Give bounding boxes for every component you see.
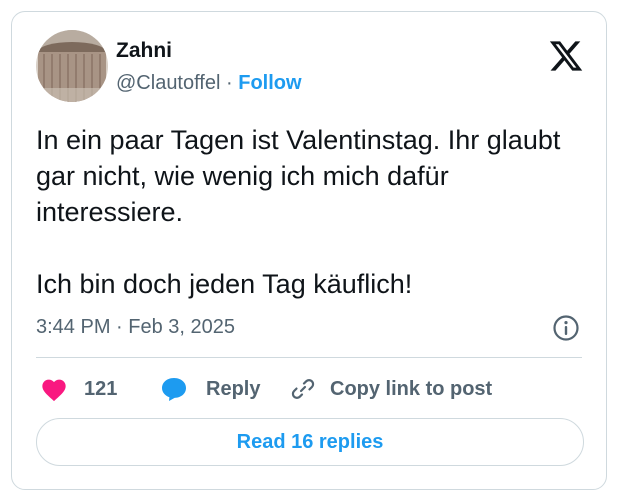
reply-label: Reply [206, 377, 261, 400]
author-name[interactable]: Zahni [116, 38, 172, 64]
like-button[interactable]: 121 [40, 374, 117, 404]
tweet-timestamp[interactable]: 3:44 PM · Feb 3, 2025 [36, 314, 235, 340]
divider [36, 357, 582, 358]
like-count: 121 [84, 377, 118, 400]
tweet-text: In ein paar Tagen ist Valentinstag. Ihr … [36, 125, 561, 299]
separator-dot: · [226, 72, 233, 94]
tweet-card: Zahni @Clautoffel · Follow In ein paar T… [11, 11, 607, 490]
read-replies-label: Read 16 replies [236, 430, 384, 453]
read-replies-button[interactable]: Read 16 replies [36, 418, 584, 466]
x-logo-icon[interactable] [548, 38, 584, 74]
reply-button[interactable]: Reply [160, 374, 260, 404]
follow-button[interactable]: Follow [238, 72, 301, 94]
author-handle[interactable]: @Clautoffel [116, 72, 220, 94]
speech-bubble-icon [160, 376, 188, 402]
author-handle-row: @Clautoffel · Follow [116, 70, 302, 96]
link-icon [290, 376, 316, 402]
heart-icon [40, 376, 68, 402]
copy-link-label: Copy link to post [330, 377, 493, 400]
info-icon[interactable] [552, 314, 580, 342]
avatar[interactable] [36, 30, 108, 102]
copy-link-button[interactable]: Copy link to post [290, 374, 492, 404]
